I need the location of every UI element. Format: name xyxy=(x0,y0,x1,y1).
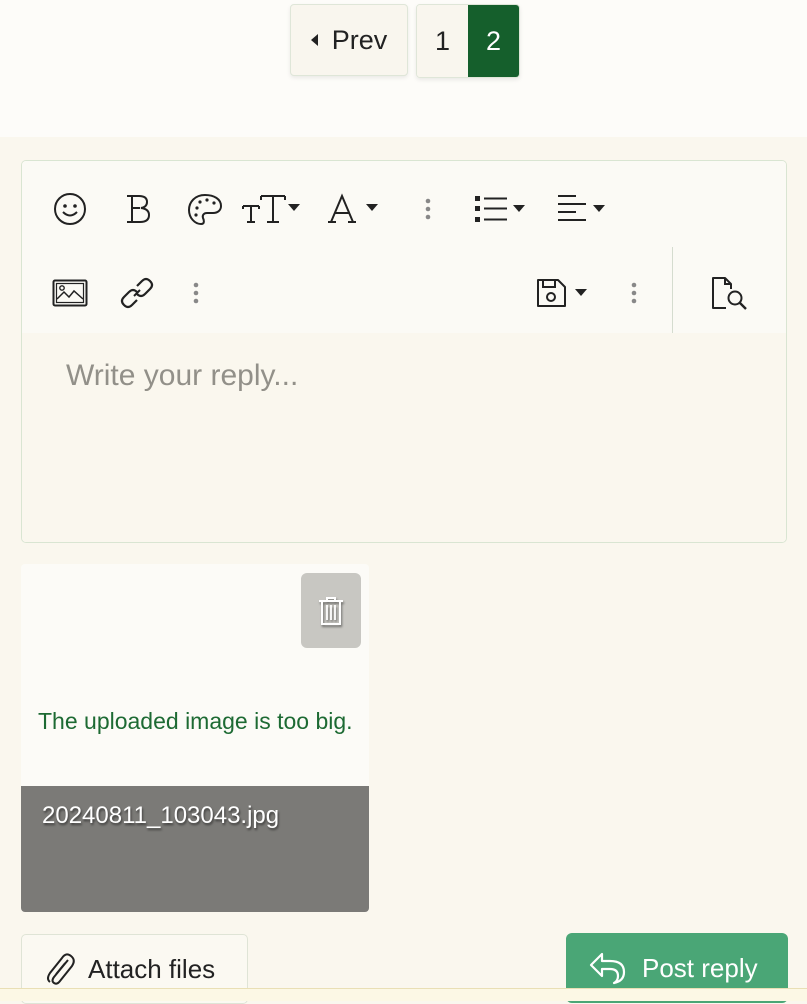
link-icon[interactable] xyxy=(117,273,157,313)
page-1-button[interactable]: 1 xyxy=(417,5,468,77)
smilie-icon[interactable] xyxy=(50,189,90,229)
reply-icon xyxy=(589,952,626,985)
attachment-error-message: The uploaded image is too big. xyxy=(38,708,353,734)
prev-page-button[interactable]: Prev xyxy=(290,4,408,76)
toolbar-divider xyxy=(672,247,673,333)
page-2-button[interactable]: 2 xyxy=(468,5,519,77)
paperclip-icon xyxy=(47,953,75,985)
delete-attachment-button[interactable] xyxy=(301,573,361,648)
more-vertical-icon[interactable] xyxy=(186,273,206,313)
reply-placeholder: Write your reply... xyxy=(66,359,299,392)
more-vertical-icon[interactable] xyxy=(418,189,438,229)
font-family-icon[interactable] xyxy=(328,189,386,229)
prev-label: Prev xyxy=(331,24,388,55)
caret-left-icon xyxy=(310,34,318,46)
editor-toolbar xyxy=(22,161,786,333)
pagination: Prev 1 2 xyxy=(290,4,520,78)
attachment-filename-bar: 20240811_103043.jpg xyxy=(21,786,369,912)
attachment-filename: 20240811_103043.jpg xyxy=(42,802,280,829)
page-list: 1 2 xyxy=(416,4,520,78)
top-area: Prev 1 2 xyxy=(0,0,807,137)
trash-icon xyxy=(319,596,343,625)
attach-files-label: Attach files xyxy=(88,953,216,984)
align-icon[interactable] xyxy=(554,189,616,229)
more-vertical-icon[interactable] xyxy=(624,273,644,313)
save-draft-icon[interactable] xyxy=(534,273,594,313)
insert-image-icon[interactable] xyxy=(50,273,90,313)
bold-icon[interactable] xyxy=(118,189,158,229)
reply-textarea[interactable]: Write your reply... xyxy=(22,333,786,542)
bottom-overlay-strip xyxy=(0,988,807,1001)
attachment-card: The uploaded image is too big. 20240811_… xyxy=(21,564,369,912)
color-palette-icon[interactable] xyxy=(184,189,226,229)
preview-icon[interactable] xyxy=(708,271,752,315)
post-reply-label: Post reply xyxy=(642,952,758,983)
font-size-icon[interactable] xyxy=(240,189,306,229)
list-icon[interactable] xyxy=(472,189,534,229)
reply-editor: Write your reply... xyxy=(21,160,787,543)
